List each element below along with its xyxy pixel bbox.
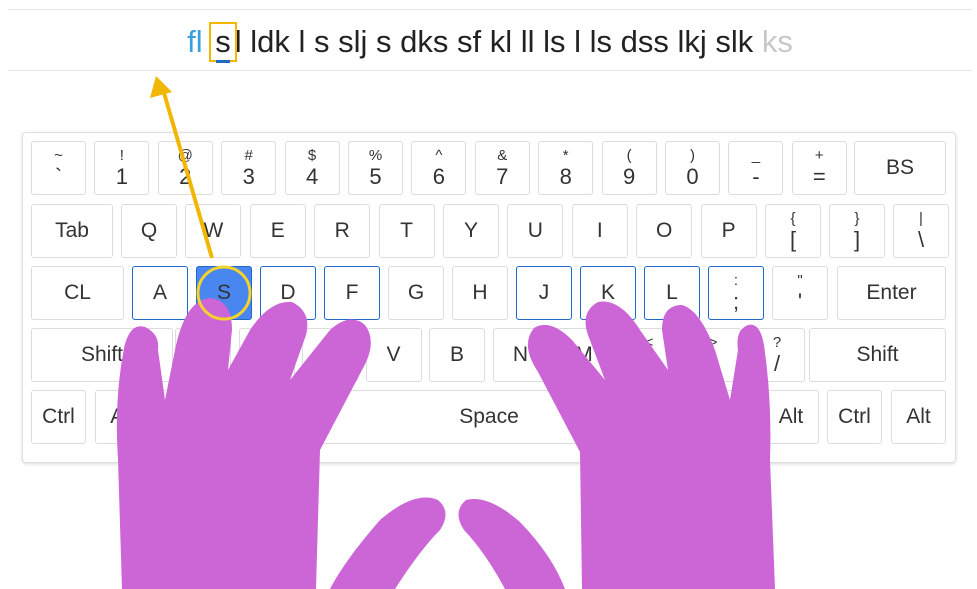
hands-overlay [116, 76, 775, 589]
right-hand [458, 301, 775, 589]
direction-arrow [150, 76, 214, 259]
left-hand [116, 298, 446, 589]
